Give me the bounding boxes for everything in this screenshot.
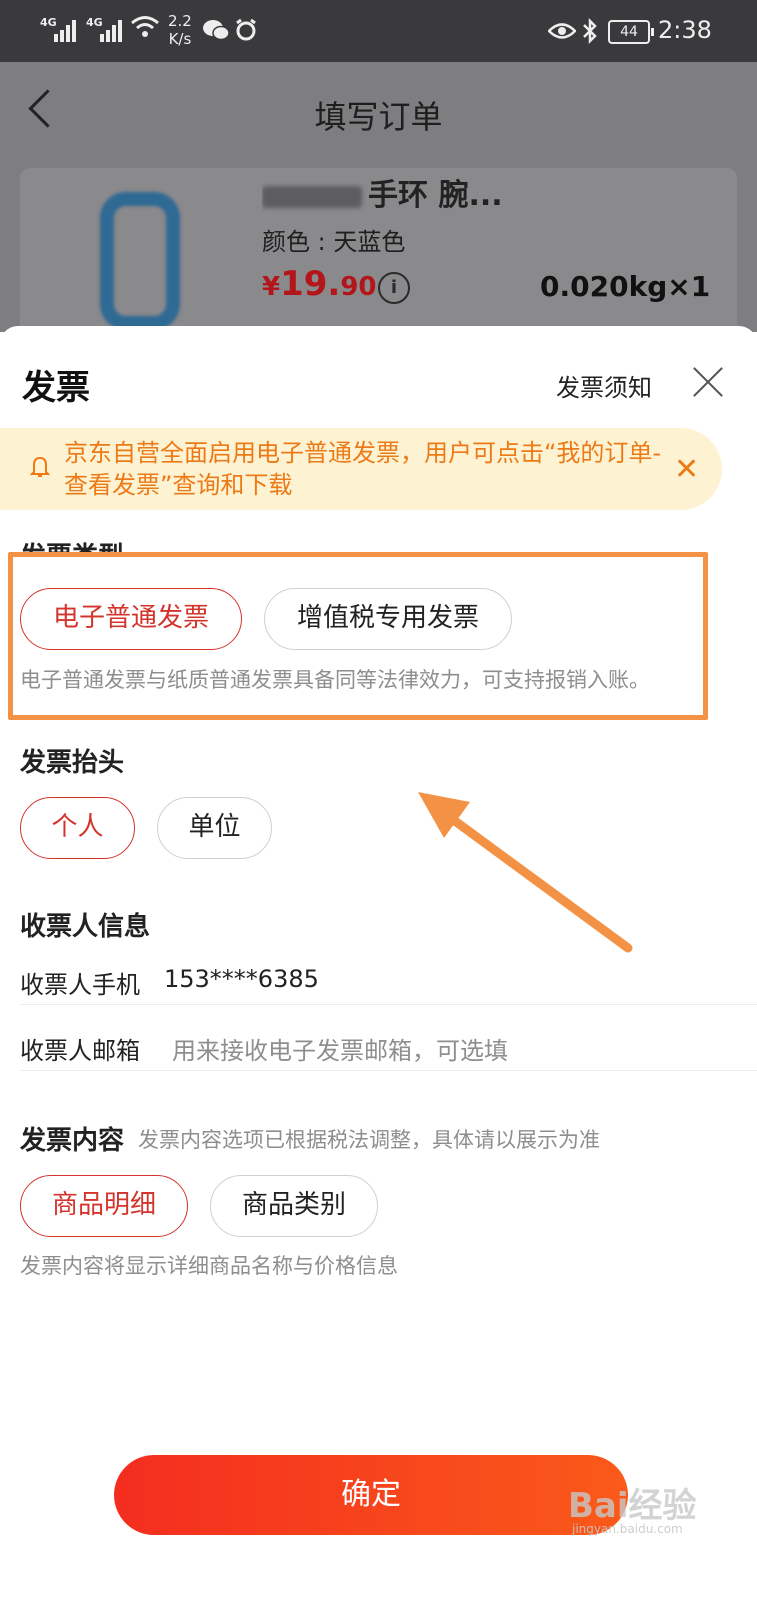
divider <box>20 1004 757 1005</box>
email-field[interactable]: 用来接收电子发票邮箱，可选填 <box>172 1031 508 1066</box>
eye-comfort-icon <box>547 20 577 47</box>
alarm-icon <box>234 18 258 47</box>
invoice-content-hint: 发票内容将显示详细商品名称与价格信息 <box>20 1254 398 1278</box>
status-bar: 4G 4G 2.2 K/s 44 2:38 <box>0 0 757 62</box>
bluetooth-icon <box>582 17 598 49</box>
option-company[interactable]: 单位 <box>157 797 272 859</box>
invoice-content-subheading: 发票内容选项已根据税法调整，具体请以展示为准 <box>138 1128 600 1152</box>
product-price: ¥19.90 <box>262 264 377 304</box>
watermark-url: jingyan.baidu.com <box>572 1522 683 1536</box>
battery-icon: 44 <box>608 20 654 44</box>
wifi-icon <box>130 14 160 45</box>
option-personal[interactable]: 个人 <box>20 797 135 859</box>
email-label: 收票人邮箱 <box>20 1037 140 1065</box>
clock: 2:38 <box>658 16 712 44</box>
phone-label: 收票人手机 <box>20 971 140 999</box>
annotation-arrow-icon <box>418 792 633 953</box>
signal-icon-1: 4G <box>40 16 76 42</box>
info-icon[interactable]: i <box>378 272 410 304</box>
option-item-category[interactable]: 商品类别 <box>210 1175 378 1237</box>
network-type-1: 4G <box>40 16 57 29</box>
signal-icon-2: 4G <box>86 16 122 42</box>
baidu-jingyan-watermark: Bai经验 <box>568 1486 697 1526</box>
confirm-button[interactable]: 确定 <box>114 1455 628 1535</box>
product-image <box>60 172 210 332</box>
recipient-heading: 收票人信息 <box>20 912 151 942</box>
network-speed: 2.2 K/s <box>168 12 192 48</box>
invoice-header-heading: 发票抬头 <box>20 748 125 778</box>
sheet-title: 发票 <box>22 368 90 408</box>
page-title: 填写订单 <box>314 98 443 136</box>
annotation-highlight-box <box>8 552 708 720</box>
battery-level: 44 <box>620 24 638 40</box>
product-name: 手环 腕... <box>262 170 722 214</box>
option-item-details[interactable]: 商品明细 <box>20 1175 188 1237</box>
phone-value[interactable]: 153****6385 <box>164 965 319 993</box>
product-color: 颜色 : 天蓝色 <box>262 228 406 256</box>
wechat-icon <box>202 18 230 47</box>
close-icon[interactable] <box>692 366 724 398</box>
invoice-content-heading: 发票内容 <box>20 1126 125 1156</box>
network-type-2: 4G <box>86 16 103 29</box>
invoice-notice-link[interactable]: 发票须知 <box>556 368 652 403</box>
product-weight-qty: 0.020kg×1 <box>540 270 711 303</box>
divider <box>20 1070 757 1071</box>
notice-banner-text: 京东自营全面启用电子普通发票，用户可点击“我的订单-查看发票”查询和下载 <box>64 439 662 499</box>
bell-icon <box>29 455 51 477</box>
banner-close-icon[interactable]: ✕ <box>674 452 699 487</box>
